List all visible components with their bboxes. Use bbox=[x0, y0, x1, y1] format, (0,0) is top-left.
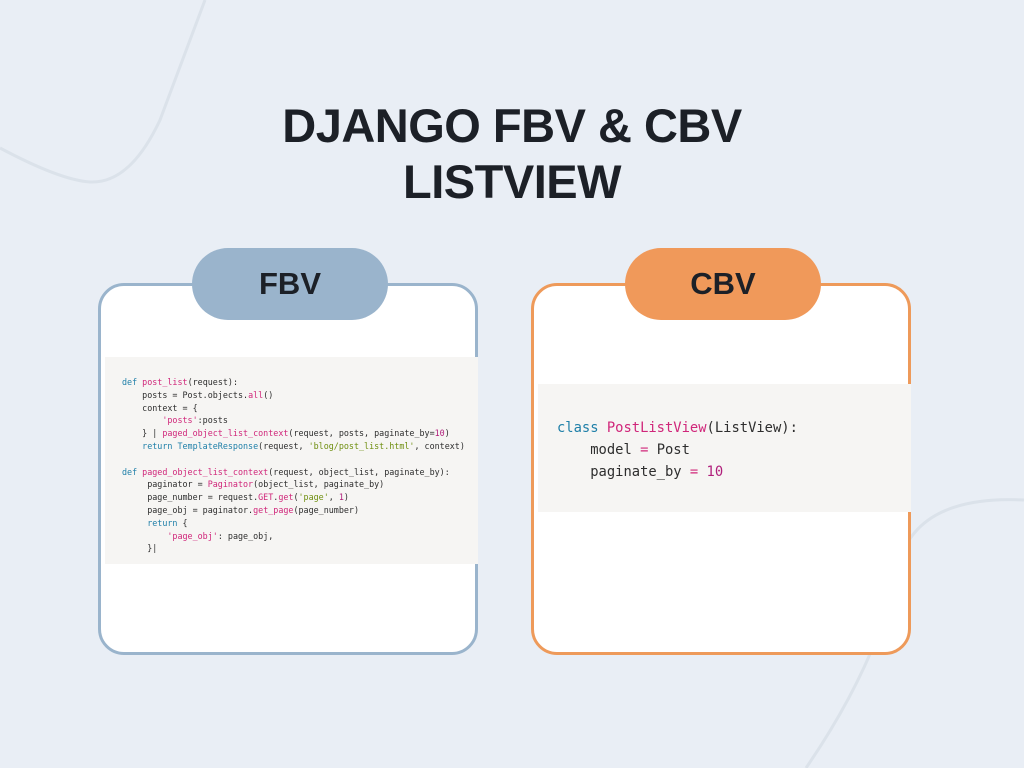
code-line: 'page_obj': page_obj, bbox=[122, 530, 274, 541]
code-line: return TemplateResponse(request, 'blog/p… bbox=[122, 440, 465, 451]
cbv-code-block: class PostListView(ListView): model = Po… bbox=[538, 384, 911, 512]
code-line: return { bbox=[122, 517, 188, 528]
code-line: def paged_object_list_context(request, o… bbox=[122, 466, 450, 477]
page-title-line-1: DJANGO FBV & CBV bbox=[282, 99, 742, 152]
code-line: page_number = request.GET.get('page', 1) bbox=[122, 492, 349, 503]
code-line: class PostListView(ListView): bbox=[557, 420, 798, 436]
fbv-label: FBV bbox=[192, 248, 388, 320]
code-line: model = Post bbox=[557, 442, 690, 458]
code-line: page_obj = paginator.get_page(page_numbe… bbox=[122, 504, 360, 515]
code-line: 'posts':posts bbox=[122, 415, 228, 426]
page-title-line-2: LISTVIEW bbox=[403, 155, 621, 208]
page-title: DJANGO FBV & CBV LISTVIEW bbox=[0, 98, 1024, 210]
code-line: posts = Post.objects.all() bbox=[122, 389, 274, 400]
code-line: def post_list(request): bbox=[122, 377, 238, 387]
code-line: context = { bbox=[122, 402, 198, 413]
code-line: paginator = Paginator(object_list, pagin… bbox=[122, 479, 385, 490]
code-line: paginate_by = 10 bbox=[557, 464, 724, 480]
fbv-code-block: def post_list(request): posts = Post.obj… bbox=[105, 357, 478, 564]
code-line: } | paged_object_list_context(request, p… bbox=[122, 428, 450, 439]
code-line: }| bbox=[122, 543, 158, 554]
cbv-label: CBV bbox=[625, 248, 821, 320]
